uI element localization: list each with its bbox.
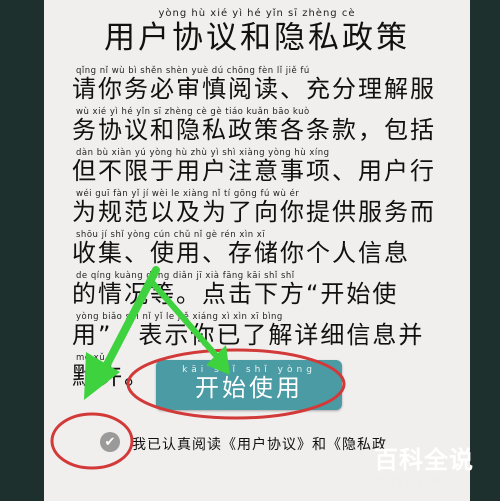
baike-watermark: 百科全说 助你轻松解决 <box>370 440 494 496</box>
title-block: yòng hù xié yì hé yǐn sī zhèng cè 用户协议和隐… <box>44 8 470 55</box>
start-using-button[interactable]: kāi shǐ shǐ yòng 开始使用 <box>156 360 342 410</box>
agreement-text: 我已认真阅读《用户协议》和《隐私政 <box>132 437 387 453</box>
body-line: de qíng kuàng děng diǎn jī xià fāng kāi … <box>72 271 399 308</box>
dialog-title: 用户协议和隐私政策 <box>104 20 410 56</box>
policy-body: qǐng nǐ wù bì shěn shèn yuè dú chōng fèn… <box>72 66 452 394</box>
body-line: qǐng nǐ wù bì shěn shèn yuè dú chōng fèn… <box>72 66 436 103</box>
left-dark-margin <box>0 0 44 501</box>
watermark-title: 百科全说 <box>374 446 474 474</box>
body-line: shōu jí shǐ yòng cún chǔ nǐ gè rén xìn x… <box>72 230 410 267</box>
right-dark-margin <box>470 0 500 501</box>
policy-dialog: yòng hù xié yì hé yǐn sī zhèng cè 用户协议和隐… <box>44 0 470 501</box>
body-line: yòng biǎo shì nǐ yǐ le jiě xiáng xì xìn … <box>72 312 425 349</box>
title-pinyin: yòng hù xié yì hé yǐn sī zhèng cè <box>158 8 356 19</box>
body-line: wù xié yì hé yǐn sī zhèng cè gè tiáo kuǎ… <box>72 107 436 144</box>
watermark-subtitle: 助你轻松解决 <box>378 474 457 488</box>
body-line: wéi guī fàn yǐ jí wèi le xiàng nǐ tí gōn… <box>72 189 436 226</box>
agree-checkbox[interactable]: ✔ <box>100 432 120 452</box>
body-line: dàn bù xiàn yú yòng hù zhù yì shì xiàng … <box>72 148 436 185</box>
check-icon: ✔ <box>104 434 116 450</box>
start-button-label: 开始使用 <box>195 374 303 402</box>
